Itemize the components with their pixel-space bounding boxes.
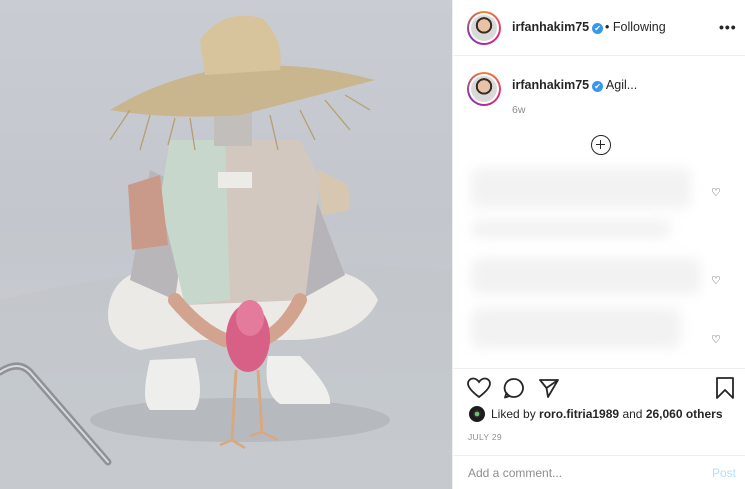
- username-text: irfanhakim75: [512, 20, 590, 34]
- caption: irfanhakim75 ✔ Agil...: [512, 78, 637, 92]
- liker-username[interactable]: roro.fitria1989: [539, 407, 619, 421]
- post-side-panel: irfanhakim75 ✔ • Following ••• irfanhakim…: [452, 0, 745, 489]
- caption-age: 6w: [512, 104, 526, 116]
- verified-badge-icon: ✔: [592, 23, 604, 34]
- likes-count[interactable]: 26,060 others: [646, 407, 723, 421]
- bookmark-icon[interactable]: [715, 376, 735, 400]
- heart-icon[interactable]: [467, 377, 491, 399]
- caption-username[interactable]: irfanhakim75: [512, 78, 589, 92]
- following-button[interactable]: Following: [613, 20, 666, 34]
- more-horizontal-icon[interactable]: •••: [719, 19, 737, 35]
- username-link[interactable]: irfanhakim75 ✔: [512, 20, 604, 34]
- post-header: irfanhakim75 ✔ • Following •••: [453, 0, 745, 56]
- comment-like-heart-icon[interactable]: ♡: [711, 274, 721, 287]
- comment-icon[interactable]: [503, 377, 525, 399]
- paper-plane-icon[interactable]: [538, 377, 560, 399]
- follow-status[interactable]: • Following: [605, 20, 666, 34]
- photo-illustration: [0, 15, 452, 489]
- post-date[interactable]: JULY 29: [468, 432, 502, 442]
- avatar[interactable]: [467, 11, 501, 45]
- plus-circle-icon[interactable]: [591, 135, 611, 155]
- verified-badge-icon: ✔: [592, 81, 604, 92]
- post-comment-button[interactable]: Post: [712, 466, 736, 480]
- caption-avatar[interactable]: [467, 72, 501, 106]
- post-photo[interactable]: [0, 0, 452, 489]
- likes-conj: and: [622, 407, 643, 421]
- liker-avatar[interactable]: [469, 406, 485, 422]
- likes-summary: Liked by roro.fitria1989 and 26,060 othe…: [491, 407, 723, 421]
- comment-input[interactable]: [468, 465, 698, 481]
- separator-dot: •: [605, 20, 610, 34]
- blurred-comments: [453, 158, 745, 368]
- comment-box: Post: [453, 455, 745, 489]
- caption-text: Agil...: [605, 78, 638, 92]
- comment-like-heart-icon[interactable]: ♡: [711, 186, 721, 199]
- comment-like-heart-icon[interactable]: ♡: [711, 333, 721, 346]
- likes-prefix: Liked by: [491, 407, 536, 421]
